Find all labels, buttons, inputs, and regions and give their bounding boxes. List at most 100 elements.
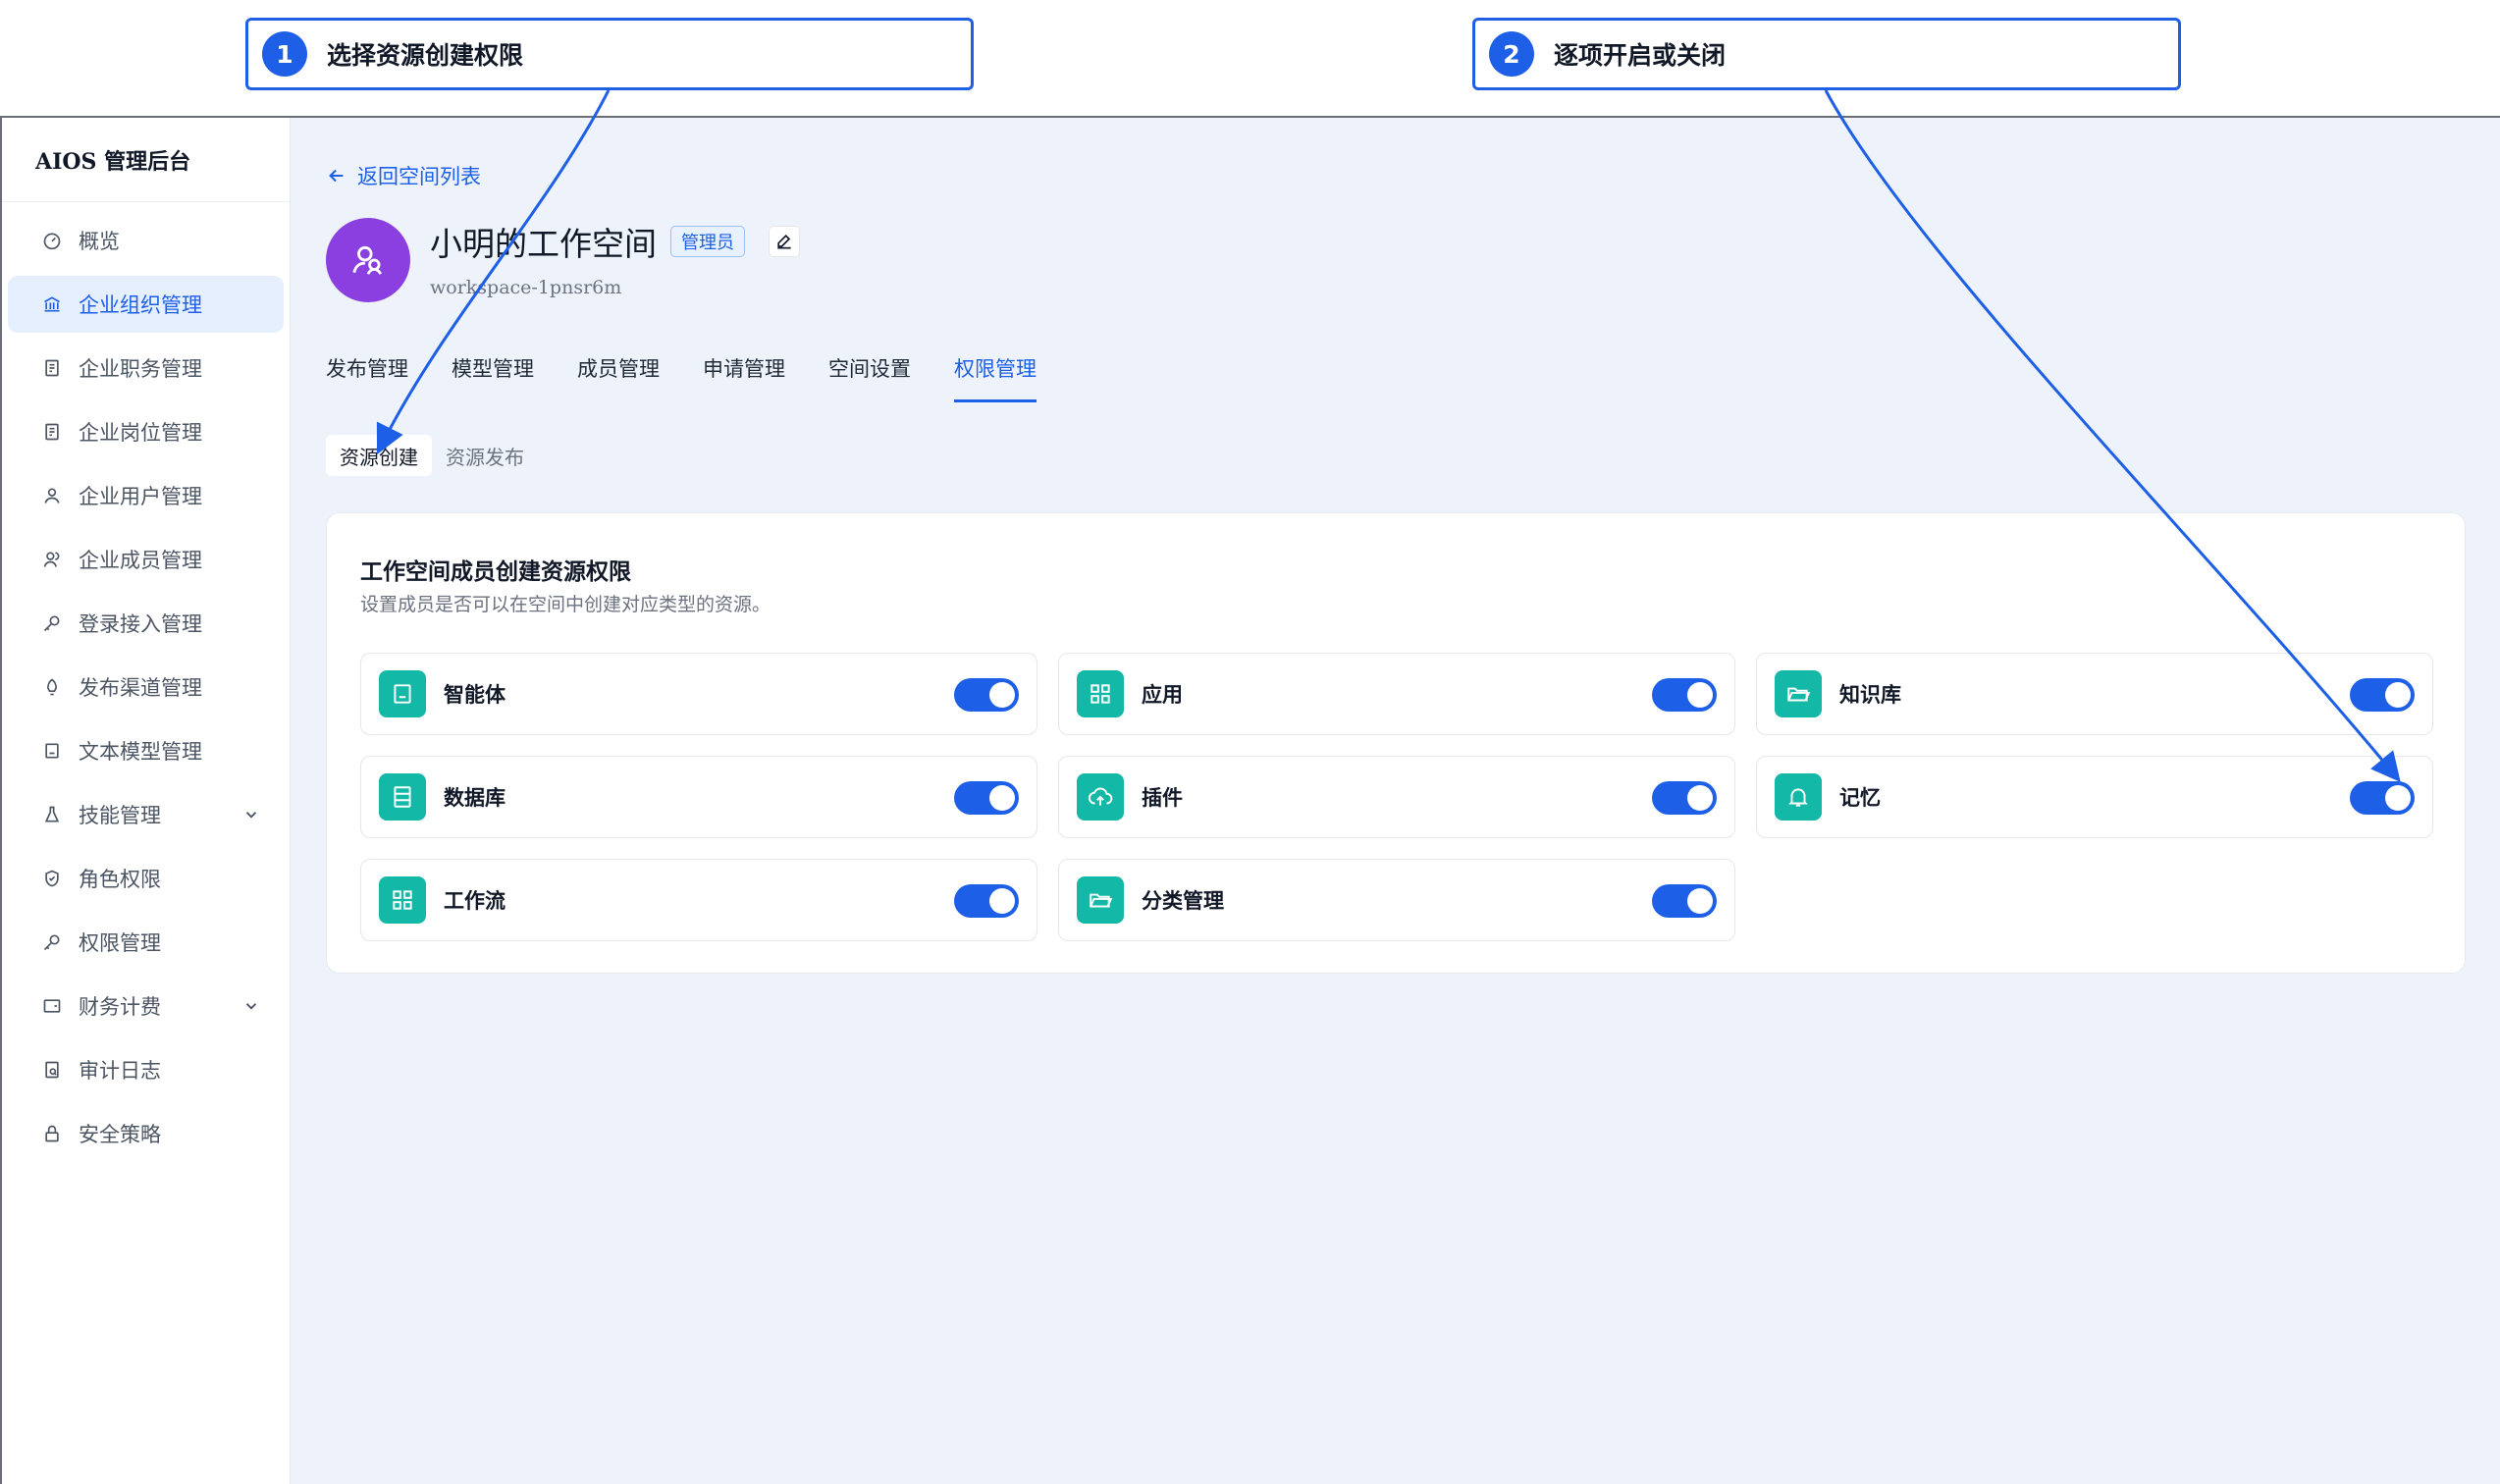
callout-toggle-each: 2 逐项开启或关闭: [1472, 18, 2181, 90]
sidebar-item-label: 审计日志: [79, 1059, 161, 1083]
sidebar-item-login-access[interactable]: 登录接入管理: [8, 595, 284, 652]
user-icon: [41, 485, 63, 506]
key-icon: [41, 612, 63, 634]
permission-subtabs: 资源创建 资源发布: [326, 435, 538, 476]
chevron-down-icon[interactable]: [242, 997, 260, 1015]
sidebar-item-label: 企业用户管理: [79, 485, 202, 508]
toggle-agent[interactable]: [954, 678, 1019, 712]
sidebar-item-label: 财务计费: [79, 995, 161, 1019]
sidebar-item-label: 企业岗位管理: [79, 421, 202, 445]
main-content: 返回空间列表 小明的工作空间 管理员 workspace-1pnsr6m 发布管…: [291, 118, 2500, 1484]
flask-icon: [41, 804, 63, 825]
toggle-knob: [1687, 888, 1713, 914]
toggle-application[interactable]: [1652, 678, 1717, 712]
sidebar-item-permission-management[interactable]: 权限管理: [8, 914, 284, 971]
toggle-knob: [1687, 785, 1713, 811]
permission-label: 应用: [1142, 683, 1183, 707]
callout-select-resource-create: 1 选择资源创建权限: [245, 18, 974, 90]
toggle-plugin[interactable]: [1652, 781, 1717, 815]
sidebar-item-position-management[interactable]: 企业岗位管理: [8, 403, 284, 460]
toggle-memory[interactable]: [2350, 781, 2415, 815]
sidebar: AIOS 管理后台 概览 企业组织管理 企业职务管理 企业岗位管理 企业用户管理: [2, 118, 291, 1484]
wallet-icon: [41, 995, 63, 1017]
sidebar-item-label: 企业组织管理: [79, 293, 202, 317]
permission-label: 插件: [1142, 786, 1183, 810]
workspace-avatar: [326, 218, 410, 302]
permission-item-plugin: 插件: [1058, 756, 1735, 838]
sidebar-item-skills[interactable]: 技能管理: [8, 786, 284, 843]
resource-create-permission-card: 工作空间成员创建资源权限 设置成员是否可以在空间中创建对应类型的资源。 智能体 …: [326, 512, 2466, 974]
sidebar-item-user-management[interactable]: 企业用户管理: [8, 467, 284, 524]
bot-icon: [41, 740, 63, 762]
toggle-knob: [989, 682, 1015, 708]
sidebar-item-member-management[interactable]: 企业成员管理: [8, 531, 284, 588]
subtab-resource-publish[interactable]: 资源发布: [432, 435, 538, 476]
folder-open-icon: [1775, 670, 1822, 717]
sidebar-item-publish-channels[interactable]: 发布渠道管理: [8, 659, 284, 716]
permission-item-database: 数据库: [360, 756, 1037, 838]
callout-text: 逐项开启或关闭: [1554, 41, 1727, 70]
permission-item-application: 应用: [1058, 653, 1735, 735]
tab-application-management[interactable]: 申请管理: [703, 353, 785, 402]
rocket-icon: [41, 676, 63, 698]
permission-grid: 智能体 应用 知识库 数据库 插件 记忆 工作流 分类管理: [360, 653, 2433, 941]
toggle-workflow[interactable]: [954, 884, 1019, 918]
edit-workspace-button[interactable]: [769, 226, 800, 257]
sidebar-item-org-management[interactable]: 企业组织管理: [8, 276, 284, 333]
sidebar-item-job-title-management[interactable]: 企业职务管理: [8, 340, 284, 397]
bank-icon: [41, 293, 63, 315]
sidebar-item-security-policy[interactable]: 安全策略: [8, 1105, 284, 1162]
permission-item-memory: 记忆: [1756, 756, 2433, 838]
tab-member-management[interactable]: 成员管理: [577, 353, 660, 402]
sidebar-item-label: 技能管理: [79, 804, 161, 827]
tab-publish-management[interactable]: 发布管理: [326, 353, 408, 402]
tab-space-settings[interactable]: 空间设置: [828, 353, 911, 402]
sidebar-item-text-models[interactable]: 文本模型管理: [8, 722, 284, 779]
toggle-knob: [1687, 682, 1713, 708]
sidebar-item-label: 发布渠道管理: [79, 676, 202, 700]
subtab-resource-create[interactable]: 资源创建: [326, 435, 432, 476]
sidebar-item-overview[interactable]: 概览: [8, 212, 284, 269]
sidebar-item-label: 企业职务管理: [79, 357, 202, 381]
callout-number: 2: [1489, 31, 1534, 77]
permission-item-agent: 智能体: [360, 653, 1037, 735]
sidebar-item-label: 企业成员管理: [79, 549, 202, 572]
lock-icon: [41, 1123, 63, 1144]
permission-item-knowledge-base: 知识库: [1756, 653, 2433, 735]
sidebar-item-label: 登录接入管理: [79, 612, 202, 636]
sidebar-item-label: 文本模型管理: [79, 740, 202, 764]
sidebar-item-audit-log[interactable]: 审计日志: [8, 1041, 284, 1098]
back-to-space-list-link[interactable]: 返回空间列表: [326, 161, 481, 190]
tab-permission-management[interactable]: 权限管理: [954, 353, 1037, 402]
permission-item-workflow: 工作流: [360, 859, 1037, 941]
shield-icon: [41, 868, 63, 889]
card-description: 设置成员是否可以在空间中创建对应类型的资源。: [360, 594, 771, 615]
grid-icon: [379, 876, 426, 924]
bot-icon: [379, 670, 426, 717]
sidebar-item-label: 概览: [79, 230, 120, 253]
permission-label: 工作流: [444, 889, 505, 913]
toggle-category-management[interactable]: [1652, 884, 1717, 918]
workspace-name: 小明的工作空间: [430, 225, 657, 263]
sidebar-item-label: 安全策略: [79, 1123, 161, 1146]
app-window: AIOS 管理后台 概览 企业组织管理 企业职务管理 企业岗位管理 企业用户管理: [0, 116, 2500, 1484]
workspace-title-row: 小明的工作空间 管理员: [430, 218, 800, 265]
sidebar-item-label: 权限管理: [79, 931, 161, 955]
permission-label: 智能体: [444, 683, 505, 707]
sidebar-item-role-permissions[interactable]: 角色权限: [8, 850, 284, 907]
brand-title: AIOS 管理后台: [2, 118, 290, 202]
permission-item-category-management: 分类管理: [1058, 859, 1735, 941]
cloud-upload-icon: [1077, 773, 1124, 821]
toggle-knob: [989, 888, 1015, 914]
permission-label: 分类管理: [1142, 889, 1224, 913]
chevron-down-icon[interactable]: [242, 806, 260, 823]
role-badge: 管理员: [670, 226, 745, 257]
sidebar-item-finance-billing[interactable]: 财务计费: [8, 978, 284, 1034]
toggle-database[interactable]: [954, 781, 1019, 815]
workspace-id: workspace-1pnsr6m: [430, 277, 622, 298]
tab-model-management[interactable]: 模型管理: [452, 353, 534, 402]
toggle-knowledge-base[interactable]: [2350, 678, 2415, 712]
arrow-left-icon: [329, 169, 344, 183]
toggle-knob: [989, 785, 1015, 811]
permission-label: 数据库: [444, 786, 505, 810]
